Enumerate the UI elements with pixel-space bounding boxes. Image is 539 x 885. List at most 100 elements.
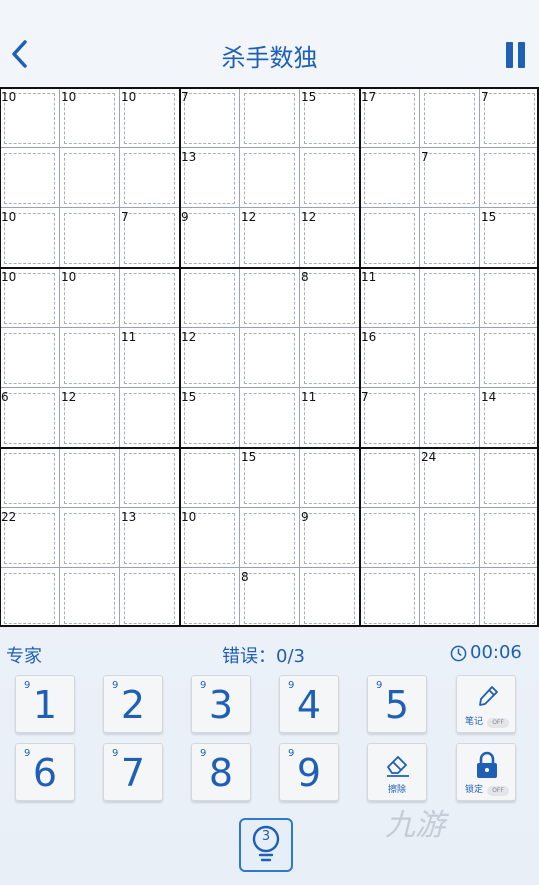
sudoku-cell[interactable] <box>479 448 539 508</box>
sudoku-cell[interactable] <box>0 388 59 448</box>
digit-label: 1 <box>32 683 58 727</box>
digit-1-button[interactable]: 91 <box>15 675 75 733</box>
sudoku-cell[interactable] <box>179 448 239 508</box>
sudoku-cell[interactable] <box>419 88 479 148</box>
cage-sum: 15 <box>481 210 497 224</box>
lock-toggle[interactable]: OFF <box>487 786 509 796</box>
sudoku-cell[interactable] <box>239 388 299 448</box>
sudoku-cell[interactable] <box>419 208 479 268</box>
digit-2-button[interactable]: 92 <box>103 675 163 733</box>
page-title: 杀手数独 <box>221 44 318 72</box>
cage-sum: 15 <box>301 90 317 104</box>
digit-label: 4 <box>296 683 322 727</box>
cage-sum: 12 <box>301 210 317 224</box>
cage-sum: 13 <box>181 150 197 164</box>
cage-sum: 7 <box>121 210 129 224</box>
hint-button[interactable]: 3 <box>239 818 293 872</box>
sudoku-cell[interactable] <box>419 508 479 568</box>
cage-sum: 8 <box>241 570 249 584</box>
cage-sum: 7 <box>481 90 489 104</box>
notes-label: 笔记 <box>465 717 484 727</box>
sudoku-cell[interactable] <box>419 328 479 388</box>
grid-line <box>299 88 300 627</box>
sudoku-cell[interactable] <box>359 148 419 208</box>
sudoku-cell[interactable] <box>239 148 299 208</box>
sudoku-cell[interactable] <box>0 448 59 508</box>
sudoku-cell[interactable] <box>119 388 179 448</box>
cage-sum: 11 <box>361 270 377 284</box>
sudoku-cell[interactable] <box>0 148 59 208</box>
cage-sum: 7 <box>361 390 369 404</box>
cage-sum: 10 <box>61 270 77 284</box>
sudoku-cell[interactable] <box>239 508 299 568</box>
sudoku-cell[interactable] <box>119 448 179 508</box>
cage-sum: 12 <box>61 390 77 404</box>
pause-icon[interactable] <box>503 42 527 68</box>
sudoku-cell[interactable] <box>479 508 539 568</box>
sudoku-cell[interactable] <box>479 268 539 328</box>
notes-toggle[interactable]: OFF <box>487 718 509 728</box>
cage-sum: 10 <box>1 90 17 104</box>
cage-sum: 8 <box>301 270 309 284</box>
sudoku-cell[interactable] <box>0 568 59 628</box>
sudoku-cell[interactable] <box>299 568 359 628</box>
difficulty-label: 专家 <box>6 646 42 667</box>
sudoku-cell[interactable] <box>299 148 359 208</box>
digit-5-button[interactable]: 95 <box>367 675 427 733</box>
watermark-text: 九游 <box>385 808 445 843</box>
digit-4-button[interactable]: 94 <box>279 675 339 733</box>
sudoku-cell[interactable] <box>479 148 539 208</box>
sudoku-cell[interactable] <box>239 88 299 148</box>
notes-button[interactable]: 笔记 OFF <box>456 675 516 733</box>
grid-line <box>59 88 60 627</box>
sudoku-cell[interactable] <box>239 268 299 328</box>
sudoku-cell[interactable] <box>59 148 119 208</box>
digit-label: 3 <box>208 683 234 727</box>
eraser-icon <box>387 756 409 777</box>
grid-line <box>0 507 539 508</box>
sudoku-cell[interactable] <box>479 568 539 628</box>
header-bar: 杀手数独 <box>0 0 539 88</box>
digit-8-button[interactable]: 98 <box>191 743 251 801</box>
sudoku-cell[interactable] <box>59 208 119 268</box>
sudoku-cell[interactable] <box>299 448 359 508</box>
digit-7-button[interactable]: 97 <box>103 743 163 801</box>
erase-button[interactable]: 擦除 <box>367 743 427 801</box>
box-line <box>0 87 539 89</box>
sudoku-cell[interactable] <box>179 568 239 628</box>
sudoku-cell[interactable] <box>299 328 359 388</box>
sudoku-cell[interactable] <box>179 268 239 328</box>
sudoku-cell[interactable] <box>359 508 419 568</box>
sudoku-cell[interactable] <box>119 148 179 208</box>
sudoku-cell[interactable] <box>419 388 479 448</box>
cage-sum: 12 <box>181 330 197 344</box>
sudoku-cell[interactable] <box>359 568 419 628</box>
sudoku-cell[interactable] <box>419 268 479 328</box>
sudoku-cell[interactable] <box>239 328 299 388</box>
cage-sum: 17 <box>361 90 377 104</box>
sudoku-cell[interactable] <box>359 448 419 508</box>
sudoku-cell[interactable] <box>0 328 59 388</box>
sudoku-cell[interactable] <box>59 448 119 508</box>
cage-sum: 13 <box>121 510 137 524</box>
digit-9-button[interactable]: 99 <box>279 743 339 801</box>
digit-label: 9 <box>296 751 322 795</box>
sudoku-cell[interactable] <box>59 508 119 568</box>
sudoku-cell[interactable] <box>419 568 479 628</box>
sudoku-cell[interactable] <box>119 568 179 628</box>
sudoku-cell[interactable] <box>119 268 179 328</box>
grid-line <box>479 88 480 627</box>
grid-line <box>0 327 539 328</box>
cage-sum: 9 <box>181 210 189 224</box>
digit-3-button[interactable]: 93 <box>191 675 251 733</box>
sudoku-cell[interactable] <box>359 208 419 268</box>
sudoku-cell[interactable] <box>479 328 539 388</box>
grid-line <box>0 567 539 568</box>
lock-button[interactable]: 锁定 OFF <box>456 743 516 801</box>
sudoku-cell[interactable] <box>59 328 119 388</box>
cage-sum: 10 <box>181 510 197 524</box>
digit-6-button[interactable]: 96 <box>15 743 75 801</box>
sudoku-cell[interactable] <box>59 568 119 628</box>
box-line <box>0 88 1 627</box>
sudoku-board: 10 10 10 7 15 17 7 13 7 10 7 9 12 12 15 10 10 8 11 11 12 16 6 1… <box>0 87 539 628</box>
